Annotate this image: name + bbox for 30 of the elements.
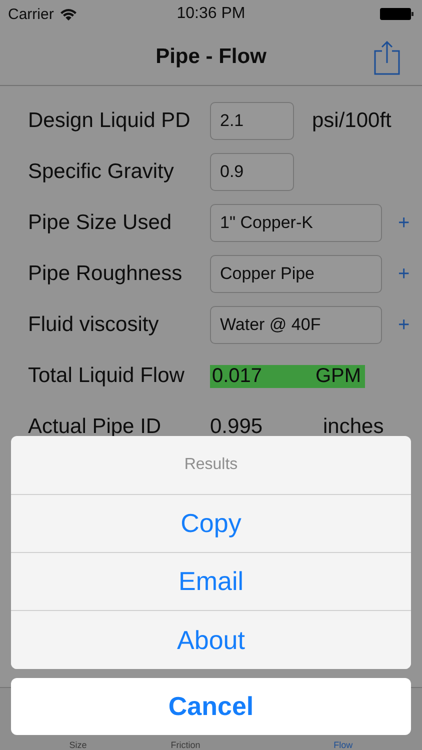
add-button[interactable]: + [394,262,414,286]
unit-label: psi/100ft [312,109,392,133]
add-button[interactable]: + [394,314,414,336]
field-label: Pipe Size Used [28,211,173,235]
unit-label: inches [323,415,384,439]
wifi-icon [60,8,77,20]
input-field[interactable]: 2.1 [210,102,294,140]
readout-value: 0.995 [210,415,264,439]
screen-title: Pipe - Flow [156,44,266,68]
tab[interactable]: Size [0,740,107,750]
input-field[interactable]: Water @ 40F [210,306,382,344]
tab[interactable]: Friction [106,740,264,750]
unit-label: GPM [315,364,361,388]
clock-time: 10:36 PM [176,5,246,23]
field-label: Design Liquid PD [28,109,192,133]
tab[interactable]: Flow [264,740,422,750]
result-value: 0.017 [212,364,262,388]
input-field[interactable]: 1" Copper-K [210,204,382,242]
input-field[interactable]: 0.9 [210,153,294,191]
field-label: Actual Pipe ID [28,415,162,439]
add-button[interactable]: + [394,212,414,234]
field-label: Pipe Roughness [28,262,184,286]
share-icon[interactable] [374,41,400,75]
field-label: Specific Gravity [28,160,175,184]
input-field[interactable]: Copper Pipe [210,255,382,293]
field-label: Fluid viscosity [28,313,160,337]
cancel-button[interactable]: Cancel [11,678,411,735]
battery-icon [380,8,414,20]
carrier-label: Carrier [8,6,54,22]
field-label: Total Liquid Flow [28,364,186,388]
